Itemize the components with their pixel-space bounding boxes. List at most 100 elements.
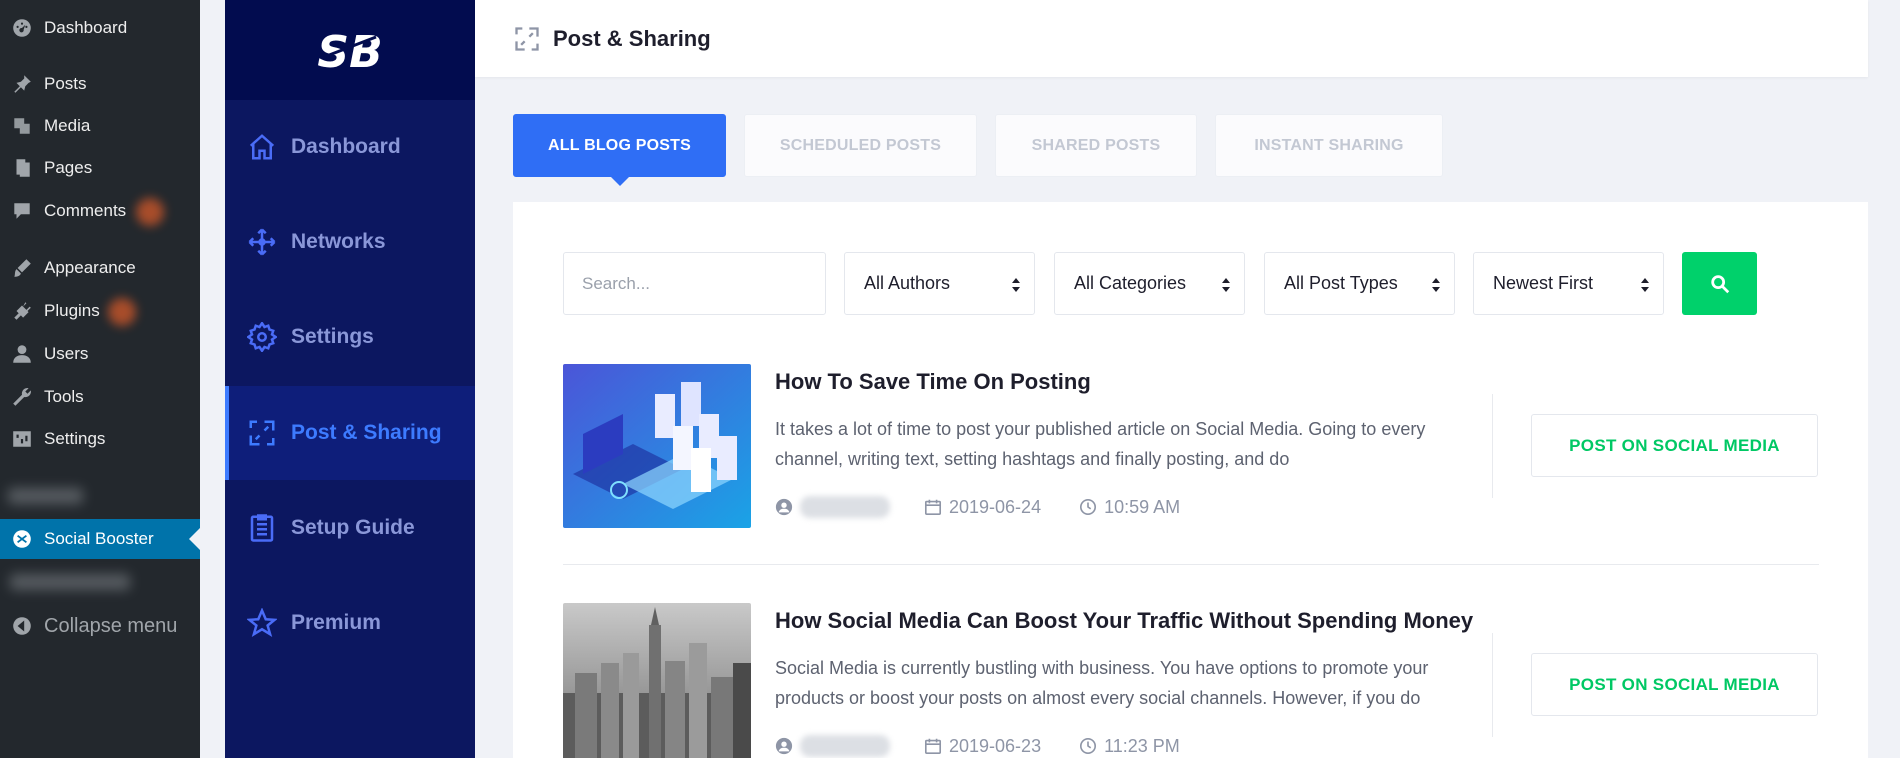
wp-menu-pages[interactable]: Pages	[0, 150, 200, 186]
select-arrows-icon	[1641, 278, 1649, 292]
brush-icon	[0, 257, 44, 279]
wp-menu-label: Comments	[44, 201, 127, 220]
select-value: All Authors	[864, 273, 951, 293]
redacted-menu-item	[8, 488, 83, 504]
move-arrows-icon	[248, 228, 276, 256]
row-divider	[563, 564, 1819, 565]
svg-text:SB: SB	[317, 27, 382, 77]
wp-menu-social-booster[interactable]: Social Booster	[0, 519, 200, 559]
clock-icon	[1080, 498, 1097, 516]
plugin-nav-setup-guide[interactable]: Setup Guide	[225, 481, 475, 575]
post-date: 2019-06-23	[949, 735, 1042, 756]
plugin-nav-label: Premium	[291, 611, 381, 634]
wp-menu-appearance[interactable]: Appearance	[0, 250, 200, 286]
page-title: Post & Sharing	[553, 25, 711, 51]
wp-menu-label: Pages	[44, 158, 93, 177]
plugin-nav-settings[interactable]: Settings	[225, 290, 475, 384]
select-arrows-icon	[1222, 278, 1230, 292]
home-icon	[249, 134, 275, 160]
wp-menu-plugins[interactable]: Plugins	[0, 293, 200, 329]
wp-menu-collapse[interactable]: Collapse menu	[0, 608, 200, 644]
author-name-redacted	[800, 735, 890, 757]
plugin-logo[interactable]: SB	[225, 0, 475, 100]
post-type-select[interactable]: All Post Types	[1264, 252, 1455, 315]
media-icon	[0, 115, 44, 137]
comment-icon	[0, 200, 44, 222]
post-meta: 2019-06-24 10:59 AM	[775, 495, 1180, 519]
wp-menu-label: Collapse menu	[44, 614, 178, 637]
search-button[interactable]	[1682, 252, 1757, 315]
tab-all-blog-posts[interactable]: ALL BLOG POSTS	[513, 114, 726, 186]
user-icon	[0, 343, 44, 365]
select-value: Newest First	[1493, 273, 1594, 293]
post-thumbnail[interactable]	[563, 364, 751, 528]
redacted-menu-item	[10, 574, 130, 590]
plugin-nav-label: Setup Guide	[291, 516, 415, 539]
wp-menu-label: Appearance	[44, 258, 136, 277]
wp-menu-label: Plugins	[44, 301, 100, 320]
category-select[interactable]: All Categories	[1054, 252, 1245, 315]
social-booster-logo-icon: SB	[317, 27, 382, 77]
wp-menu-users[interactable]: Users	[0, 336, 200, 372]
plugin-icon	[0, 300, 44, 322]
user-circle-icon	[775, 737, 793, 755]
plugin-nav-label: Post & Sharing	[291, 421, 442, 444]
post-meta: 2019-06-23 11:23 PM	[775, 734, 1180, 758]
share-icon	[249, 420, 275, 446]
post-time: 10:59 AM	[1104, 496, 1181, 517]
wp-menu-media[interactable]: Media	[0, 108, 200, 144]
post-on-social-media-button[interactable]: POST ON SOCIAL MEDIA	[1531, 414, 1818, 477]
share-icon	[515, 26, 539, 51]
wp-menu-label: Posts	[44, 74, 87, 93]
wp-menu-dashboard[interactable]: Dashboard	[0, 10, 200, 46]
author-name-redacted	[800, 496, 890, 518]
wp-menu-label: Media	[44, 116, 91, 135]
plugin-nav-label: Settings	[291, 325, 374, 348]
collapse-arrow-icon	[0, 615, 44, 637]
search-icon	[1710, 274, 1729, 293]
clipboard-icon	[250, 514, 274, 542]
plugin-sidebar: SB Dashboard Networks Settings Post & Sh…	[225, 0, 475, 758]
select-value: All Post Types	[1284, 273, 1398, 293]
select-arrows-icon	[1432, 278, 1440, 292]
notification-badge	[108, 298, 136, 326]
wp-menu-comments[interactable]: Comments	[0, 193, 200, 229]
post-on-social-media-button[interactable]: POST ON SOCIAL MEDIA	[1531, 653, 1818, 716]
author-select[interactable]: All Authors	[844, 252, 1035, 315]
wp-menu-posts[interactable]: Posts	[0, 66, 200, 102]
wp-menu-tools[interactable]: Tools	[0, 379, 200, 415]
pages-icon	[0, 157, 44, 179]
tab-instant-sharing[interactable]: INSTANT SHARING	[1215, 114, 1443, 177]
wp-menu-label: Users	[44, 344, 89, 363]
post-title[interactable]: How Social Media Can Boost Your Traffic …	[775, 608, 1473, 634]
wp-admin-menu: Dashboard Posts Media Pages Comments App…	[0, 0, 200, 758]
plugin-nav-post-sharing[interactable]: Post & Sharing	[225, 386, 475, 480]
calendar-icon	[924, 738, 942, 755]
star-icon	[247, 608, 277, 638]
dashboard-icon	[0, 17, 44, 39]
wp-menu-settings[interactable]: Settings	[0, 421, 200, 457]
wp-menu-label: Dashboard	[44, 18, 128, 37]
search-input[interactable]	[563, 252, 826, 315]
plugin-nav-dashboard[interactable]: Dashboard	[225, 100, 475, 194]
tab-shared-posts[interactable]: SHARED POSTS	[995, 114, 1197, 177]
plugin-nav-label: Dashboard	[291, 135, 401, 158]
vertical-divider	[1492, 394, 1493, 498]
clock-icon	[1080, 737, 1097, 755]
post-title[interactable]: How To Save Time On Posting	[775, 369, 1091, 395]
post-row: How To Save Time On Posting It takes a l…	[563, 364, 1819, 534]
tab-scheduled-posts[interactable]: SCHEDULED POSTS	[744, 114, 977, 177]
wrench-icon	[0, 386, 44, 408]
post-thumbnail[interactable]	[563, 603, 751, 758]
wp-menu-label: Settings	[44, 429, 106, 448]
city-skyline-image	[563, 603, 751, 758]
plugin-nav-networks[interactable]: Networks	[225, 195, 475, 289]
order-select[interactable]: Newest First	[1473, 252, 1664, 315]
posts-panel: All Authors All Categories All Post Type…	[513, 202, 1868, 758]
plugin-nav-premium[interactable]: Premium	[225, 576, 475, 670]
wp-menu-label: Tools	[44, 387, 84, 406]
post-date: 2019-06-24	[949, 496, 1042, 517]
post-excerpt: Social Media is currently bustling with …	[775, 658, 1429, 708]
plugin-nav-label: Networks	[291, 230, 386, 253]
social-booster-icon	[0, 528, 44, 550]
